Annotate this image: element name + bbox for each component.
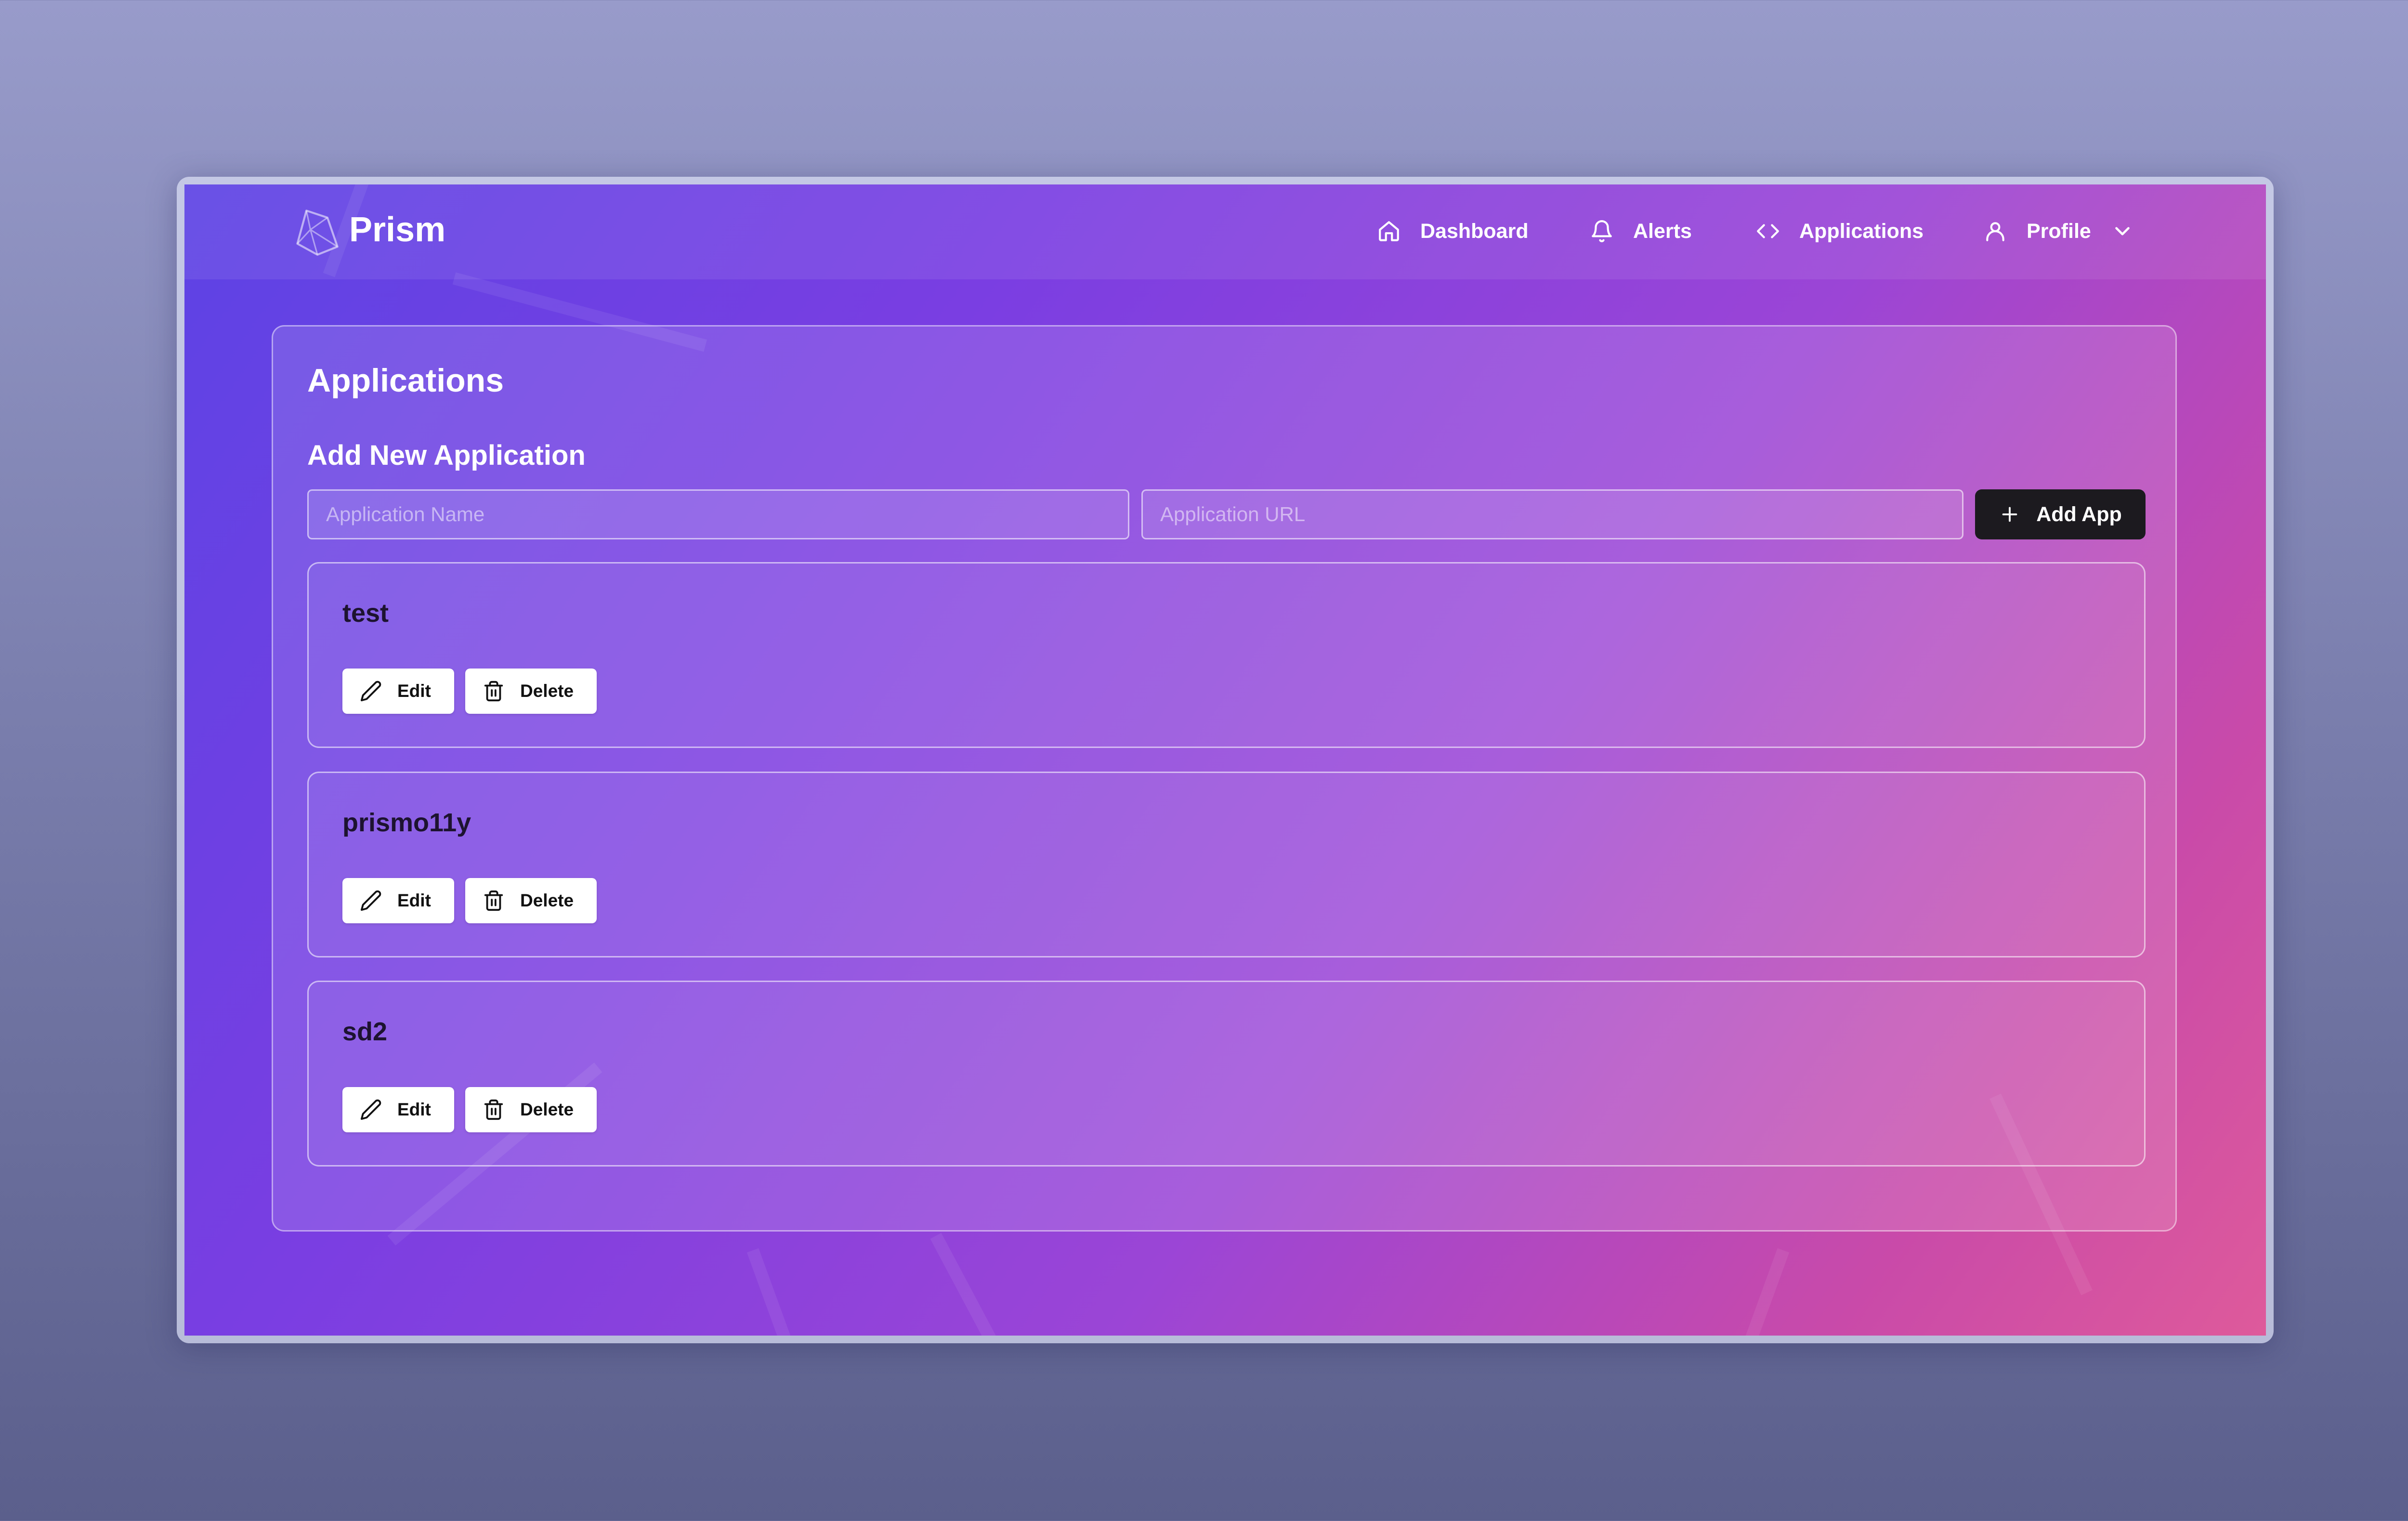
application-card: prismo11y Edit Delete (307, 772, 2146, 957)
background-decoration (930, 1233, 1036, 1336)
nav-item-applications[interactable]: Applications (1756, 210, 1924, 253)
application-url-input[interactable] (1141, 489, 1963, 539)
trash-icon (484, 1099, 503, 1120)
trash-icon (484, 890, 503, 911)
plus-icon (2002, 507, 2017, 522)
nav-item-dashboard[interactable]: Dashboard (1377, 210, 1529, 253)
page-title: Applications (307, 362, 504, 399)
chevron-down-icon[interactable] (2110, 219, 2134, 243)
user-icon (1986, 222, 2004, 241)
prism-logo-icon (296, 210, 339, 256)
pencil-icon (360, 681, 381, 702)
delete-button[interactable]: Delete (465, 878, 597, 923)
delete-label: Delete (520, 681, 574, 701)
trash-icon (484, 681, 503, 702)
home-icon (1379, 221, 1399, 241)
delete-label: Delete (520, 1100, 574, 1119)
application-card: test Edit Delete (307, 562, 2146, 748)
applications-panel: Applications Add New Application Add App… (272, 325, 2177, 1232)
application-name: test (342, 599, 389, 628)
edit-label: Edit (397, 891, 431, 910)
edit-label: Edit (397, 1100, 431, 1119)
nav-label-alerts: Alerts (1633, 219, 1692, 243)
application-name-input[interactable] (307, 489, 1129, 539)
background-decoration (746, 1248, 808, 1336)
add-app-button[interactable]: Add App (1975, 489, 2146, 539)
delete-button[interactable]: Delete (465, 1087, 597, 1132)
edit-button[interactable]: Edit (342, 669, 454, 714)
nav-label-dashboard: Dashboard (1420, 219, 1529, 243)
application-name: prismo11y (342, 808, 471, 837)
background-decoration (1728, 1248, 1790, 1336)
nav-label-applications: Applications (1799, 219, 1924, 243)
add-application-heading: Add New Application (307, 440, 586, 471)
delete-label: Delete (520, 891, 574, 910)
nav-label-profile: Profile (2027, 219, 2091, 243)
bell-icon (1592, 220, 1612, 242)
pencil-icon (360, 890, 381, 911)
edit-label: Edit (397, 681, 431, 701)
code-icon (1757, 224, 1779, 238)
nav-item-alerts[interactable]: Alerts (1590, 210, 1692, 253)
add-app-label: Add App (2036, 502, 2122, 526)
edit-button[interactable]: Edit (342, 878, 454, 923)
pencil-icon (360, 1099, 381, 1120)
edit-button[interactable]: Edit (342, 1087, 454, 1132)
brand-name[interactable]: Prism (349, 204, 445, 256)
application-card: sd2 Edit Delete (307, 981, 2146, 1167)
delete-button[interactable]: Delete (465, 669, 597, 714)
app-window: Prism Dashboard Alerts Applications Prof… (184, 184, 2266, 1336)
nav-item-profile[interactable]: Profile (1983, 210, 2134, 253)
top-navbar: Prism Dashboard Alerts Applications Prof… (184, 184, 2266, 279)
application-name: sd2 (342, 1017, 388, 1046)
